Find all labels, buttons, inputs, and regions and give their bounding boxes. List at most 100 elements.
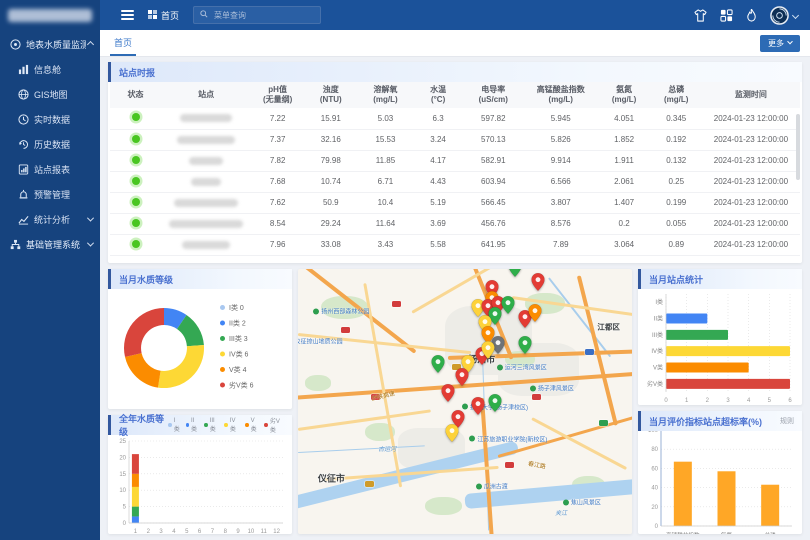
- road-segment: [298, 409, 430, 430]
- route-shield: [599, 420, 608, 426]
- cell-value: 1.911: [598, 150, 651, 171]
- station-name-blurred: [191, 178, 221, 186]
- cell-value: 6.3: [414, 108, 463, 129]
- svg-text:9: 9: [236, 529, 240, 535]
- panel-title-year-grade: 全年水质等级 I类II类III类IV类V类劣V类: [108, 415, 292, 435]
- theme-skin-icon[interactable]: [694, 9, 707, 22]
- svg-text:80: 80: [651, 447, 658, 453]
- left-column: 当月水质等级 I类 0II类 2III类 3IV类 6V类 4劣V类 6 全年水…: [108, 269, 292, 534]
- svg-text:15: 15: [119, 471, 126, 477]
- cell-value: 456.76: [463, 213, 524, 234]
- cell-value: 2024-01-23 12:00:00: [702, 234, 800, 255]
- sidebar-item-0[interactable]: 地表水质量监测系统: [0, 32, 100, 57]
- route-shield: [532, 394, 541, 400]
- table-row: 7.6250.910.45.19566.453.8071.4070.199202…: [110, 192, 800, 213]
- svg-text:5: 5: [768, 398, 772, 404]
- map-marker-red[interactable]: [532, 273, 545, 296]
- cell-value: 582.91: [463, 150, 524, 171]
- sidebar-item-6[interactable]: 预警管理: [0, 182, 100, 207]
- water-label: 古运河: [378, 444, 396, 453]
- sidebar-item-7[interactable]: 统计分析: [0, 207, 100, 232]
- table-row: 7.9633.083.435.58641.957.893.0640.892024…: [110, 234, 800, 255]
- search-input[interactable]: [212, 10, 302, 21]
- map-marker-green[interactable]: [502, 296, 515, 319]
- map-marker-yellow[interactable]: [445, 424, 458, 447]
- map-marker-green[interactable]: [489, 394, 502, 417]
- park-area: [425, 497, 462, 516]
- sidebar-item-3[interactable]: 实时数据: [0, 107, 100, 132]
- station-map[interactable]: 扬州市仪征市江都区扬州西部森林公园仪征捺山地质公园运河三湾风景区扬子津风景区扬州…: [298, 269, 632, 534]
- svg-text:1: 1: [685, 398, 689, 404]
- map-marker-green[interactable]: [519, 336, 532, 359]
- user-menu[interactable]: [770, 6, 798, 25]
- map-marker-red[interactable]: [472, 397, 485, 420]
- panel-title-station-stats: 当月站点统计: [638, 269, 802, 289]
- svg-text:0: 0: [123, 521, 127, 527]
- cell-value: 641.95: [463, 234, 524, 255]
- svg-text:8: 8: [224, 529, 228, 535]
- svg-text:0: 0: [655, 524, 659, 530]
- sidebar-item-5[interactable]: 站点报表: [0, 157, 100, 182]
- year-bar-svg: 0510152025123456789101112: [112, 435, 288, 534]
- home-grid-icon: [148, 10, 157, 21]
- park-area: [305, 375, 332, 391]
- sidebar-item-label: 信息舱: [34, 63, 93, 76]
- cell-value: 15.53: [357, 129, 413, 150]
- map-marker-red[interactable]: [455, 368, 468, 391]
- base-system-icon: [9, 239, 21, 251]
- cell-value: 9.914: [524, 150, 598, 171]
- map-marker-green[interactable]: [509, 269, 522, 282]
- map-marker-green[interactable]: [432, 355, 445, 378]
- more-button[interactable]: 更多: [760, 35, 800, 52]
- topbar-actions: [694, 6, 810, 25]
- rules-link[interactable]: 规则: [780, 416, 794, 426]
- breadcrumb[interactable]: 首页: [148, 9, 179, 22]
- tab-home[interactable]: 首页: [110, 30, 136, 56]
- svg-text:III类 3: III类 3: [229, 334, 248, 343]
- map-marker-red[interactable]: [442, 384, 455, 407]
- poi-label: 仪征捺山地质公园: [298, 336, 343, 345]
- dashboard-grid: 当月水质等级 I类 0II类 2III类 3IV类 6V类 4劣V类 6 全年水…: [108, 269, 802, 534]
- cell-value: 1.852: [598, 129, 651, 150]
- tabbar: 首页 更多: [100, 30, 810, 57]
- station-table: 状态站点pH值(无量纲)浊度(NTU)溶解氧(mg/L)水温(°C)电导率(uS…: [110, 82, 800, 256]
- layout-size-icon[interactable]: [720, 9, 733, 22]
- cell-value: 11.85: [357, 150, 413, 171]
- poi-label: 瓜洲古渡: [476, 482, 508, 491]
- sidebar-item-2[interactable]: GIS地图: [0, 82, 100, 107]
- svg-text:40: 40: [651, 485, 658, 491]
- station-name-blurred: [177, 136, 235, 144]
- sidebar-item-8[interactable]: 基础管理系统: [0, 232, 100, 257]
- station-report-panel: 站点时报 状态站点pH值(无量纲)浊度(NTU)溶解氧(mg/L)水温(°C)电…: [108, 62, 802, 263]
- flame-icon[interactable]: [746, 9, 757, 22]
- map-marker-orange[interactable]: [529, 304, 542, 327]
- svg-text:25: 25: [119, 439, 126, 445]
- column-header: 溶解氧(mg/L): [357, 82, 413, 108]
- route-shield: [365, 481, 374, 487]
- status-dot: [132, 219, 140, 227]
- svg-text:6: 6: [198, 529, 202, 535]
- cell-value: 32.16: [304, 129, 357, 150]
- svg-text:II类 2: II类 2: [229, 319, 246, 328]
- cell-value: 2024-01-23 12:00:00: [702, 108, 800, 129]
- road-label: 春江路: [528, 458, 547, 470]
- year-grade-legend: I类II类III类IV类V类劣V类: [168, 416, 284, 434]
- station-table-wrap: 状态站点pH值(无量纲)浊度(NTU)溶解氧(mg/L)水温(°C)电导率(uS…: [108, 82, 802, 263]
- right-column: 当月站点统计 0123456I类II类III类IV类V类劣V类 当月评价指标站点…: [638, 269, 802, 534]
- menu-search[interactable]: [193, 6, 321, 24]
- svg-text:20: 20: [119, 455, 126, 461]
- map-marker-yellow[interactable]: [482, 341, 495, 364]
- sidebar-item-1[interactable]: 信息舱: [0, 57, 100, 82]
- table-scrollbar[interactable]: [796, 114, 800, 180]
- cell-value: 7.37: [251, 129, 304, 150]
- cell-value: 8.54: [251, 213, 304, 234]
- menu-toggle-icon[interactable]: [112, 10, 142, 20]
- sidebar-item-4[interactable]: 历史数据: [0, 132, 100, 157]
- sidebar-item-label: 历史数据: [34, 138, 93, 151]
- table-row: 7.6810.746.714.43603.946.5662.0610.25202…: [110, 171, 800, 192]
- svg-text:II类: II类: [654, 315, 663, 323]
- svg-text:4: 4: [747, 398, 751, 404]
- panel-title-station-report: 站点时报: [108, 62, 802, 82]
- cell-value: 0.345: [651, 108, 702, 129]
- water-label: 夹江: [555, 508, 567, 517]
